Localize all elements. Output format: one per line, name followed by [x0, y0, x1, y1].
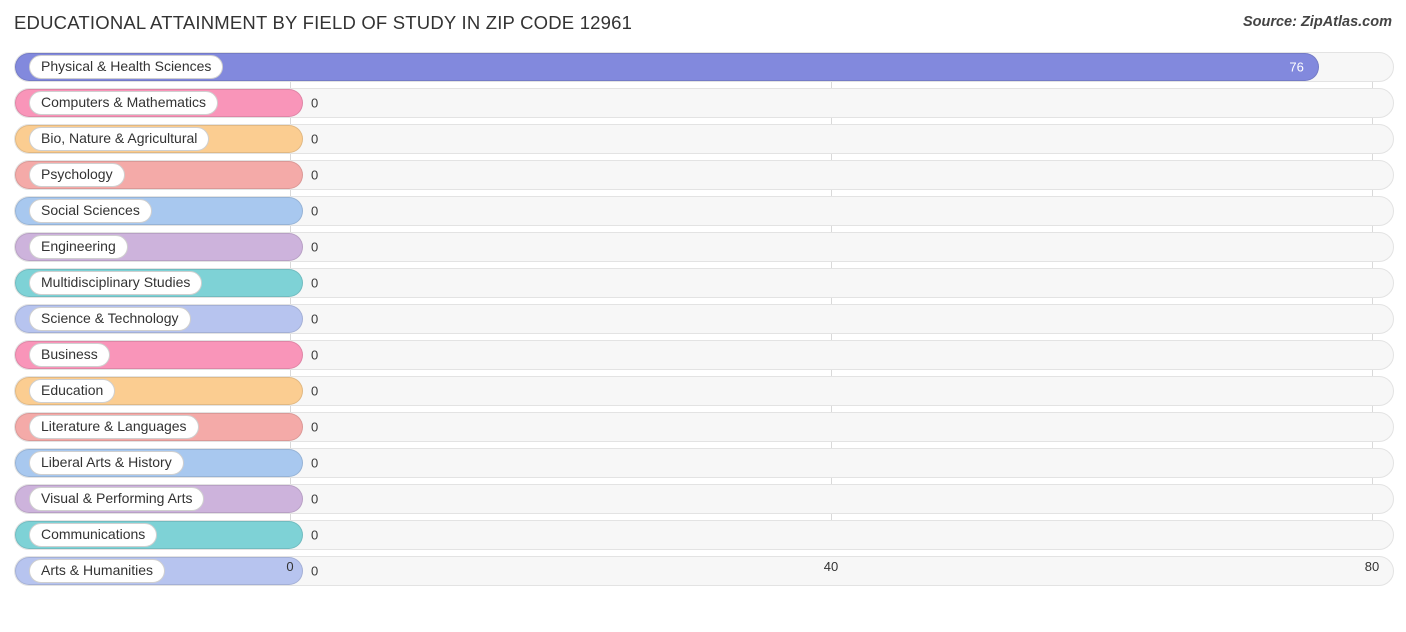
bar-row: Science & Technology 0: [14, 304, 1394, 334]
bar-row: Computers & Mathematics 0: [14, 88, 1394, 118]
bar-value: 0: [311, 239, 319, 255]
bar-value: 0: [311, 203, 319, 219]
bar-row: Liberal Arts & History 0: [14, 448, 1394, 478]
bar-rows: 76 Physical & Health Sciences Computers & …: [14, 52, 1394, 586]
bar-row: Multidisciplinary Studies 0: [14, 268, 1394, 298]
bar-value: 0: [311, 491, 319, 507]
chart-header: EDUCATIONAL ATTAINMENT BY FIELD OF STUDY…: [0, 0, 1406, 47]
x-axis: 0 40 80: [14, 559, 1394, 579]
category-label: Engineering: [29, 235, 128, 259]
bar-value: 0: [311, 455, 319, 471]
x-tick-0: 0: [286, 559, 294, 574]
category-label: Literature & Languages: [29, 415, 199, 439]
bar-value: 0: [311, 95, 319, 111]
bar-row: Communications 0: [14, 520, 1394, 550]
bar-row: Visual & Performing Arts 0: [14, 484, 1394, 514]
x-tick-2: 80: [1364, 559, 1380, 574]
bar-row: 76 Physical & Health Sciences: [14, 52, 1394, 82]
category-label: Communications: [29, 523, 158, 547]
category-label: Multidisciplinary Studies: [29, 271, 203, 295]
x-tick-1: 40: [823, 559, 839, 574]
bar-value: 0: [311, 167, 319, 183]
bar-row: Education 0: [14, 376, 1394, 406]
source-label: Source: ZipAtlas.com: [1242, 14, 1392, 30]
bar-row: Bio, Nature & Agricultural 0: [14, 124, 1394, 154]
category-label: Physical & Health Sciences: [29, 55, 224, 79]
bar-value: 76: [1289, 59, 1304, 75]
bar-row: Engineering 0: [14, 232, 1394, 262]
category-label: Social Sciences: [29, 199, 152, 223]
bar-value: 0: [311, 311, 319, 327]
bar-value: 0: [311, 419, 319, 435]
bar-value: 0: [311, 275, 319, 291]
bar-value: 0: [311, 131, 319, 147]
bar-row: Psychology 0: [14, 160, 1394, 190]
chart-plot-area: 76 Physical & Health Sciences Computers & …: [14, 52, 1394, 597]
bar-value: 0: [311, 527, 319, 543]
page-title: EDUCATIONAL ATTAINMENT BY FIELD OF STUDY…: [14, 12, 633, 33]
category-label: Education: [29, 379, 116, 403]
category-label: Liberal Arts & History: [29, 451, 184, 475]
bar-row: Business 0: [14, 340, 1394, 370]
bar-value: 0: [311, 347, 319, 363]
bar-row: Social Sciences 0: [14, 196, 1394, 226]
category-label: Computers & Mathematics: [29, 91, 218, 115]
category-label: Business: [29, 343, 110, 367]
bar-value: 0: [311, 383, 319, 399]
category-label: Visual & Performing Arts: [29, 487, 205, 511]
category-label: Science & Technology: [29, 307, 191, 331]
category-label: Psychology: [29, 163, 125, 187]
bar-row: Literature & Languages 0: [14, 412, 1394, 442]
category-label: Bio, Nature & Agricultural: [29, 127, 210, 151]
